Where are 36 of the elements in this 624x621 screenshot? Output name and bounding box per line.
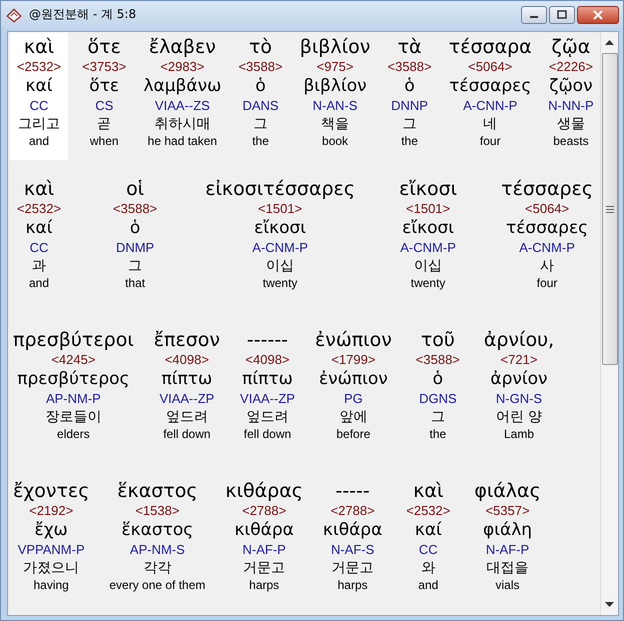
maximize-icon: [556, 10, 568, 20]
word-column[interactable]: καὶ <2532> καί CC 과 and: [10, 178, 68, 290]
word-column[interactable]: ἐνώπιον <1799> ἐνώπιον PG 앞에 before: [312, 329, 395, 441]
word-column[interactable]: εἰκοσιτέσσαρες <1501> εἴκοσι A-CNM-P 이십 twenty: [202, 178, 358, 290]
word-column[interactable]: ἕκαστος <1538> ἕκαστος AP-NM-S 각각 every one of them: [106, 480, 208, 592]
word-column[interactable]: τοῦ <3588> ὁ DGNS 그 the: [408, 329, 467, 441]
scrollbar-thumb[interactable]: [602, 53, 618, 365]
close-button[interactable]: [577, 6, 619, 24]
word-column[interactable]: ἔλαβεν <2983> λαμβάνω VIAA--ZS 취하시매 he had taken: [140, 32, 224, 148]
grip-icon: [606, 206, 614, 212]
word-column[interactable]: τὰ <3588> ὁ DNNP 그 the: [380, 32, 439, 148]
word-column[interactable]: ------ <4098> πίπτω VIAA--ZP 엎드려 fell down: [237, 329, 298, 441]
up-arrow-icon[interactable]: [605, 40, 614, 45]
word-column[interactable]: οἱ <3588> ὁ DNMP 그 that: [106, 178, 164, 290]
word-column[interactable]: φιάλας <5357> φιάλη N-AF-P 대접을 vials: [471, 480, 544, 592]
word-column[interactable]: βιβλίον <975> βιβλίον N-AN-S 책을 book: [296, 32, 374, 148]
close-icon: [592, 10, 604, 20]
window-title: @원전분해 - 계 5:8: [29, 6, 138, 23]
word-column[interactable]: ὅτε <3753> ὅτε CS 곧 when: [75, 32, 134, 148]
word-column[interactable]: εἴκοσι <1501> εἴκοσι A-CNM-P 이십 twenty: [396, 178, 460, 290]
word-column[interactable]: καὶ <2532> καί CC 그리고 and: [10, 32, 68, 160]
word-column[interactable]: καὶ <2532> καί CC 와 and: [399, 480, 458, 592]
maximize-button[interactable]: [549, 6, 575, 24]
word-column[interactable]: ἀρνίου, <721> ἀρνίον N-GN-S 어린 양 Lamb: [480, 329, 558, 441]
word-column[interactable]: τέσσαρες <5064> τέσσαρες A-CNM-P 사 four: [498, 178, 596, 290]
word-column[interactable]: κιθάρας <2788> κιθάρα N-AF-P 거문고 harps: [222, 480, 306, 592]
minimize-button[interactable]: [521, 6, 547, 24]
word-column[interactable]: ----- <2788> κιθάρα N-AF-S 거문고 harps: [320, 480, 386, 592]
scrollbar[interactable]: [600, 32, 618, 615]
down-arrow-icon[interactable]: [605, 602, 614, 607]
word-column[interactable]: πρεσβύτεροι <4245> πρεσβύτερος AP-NM-P 장로들이 elders: [10, 329, 137, 441]
word-column[interactable]: ἔπεσον <4098> πίπτω VIAA--ZP 엎드려 fell down: [150, 329, 224, 441]
word-column[interactable]: τὸ <3588> ὁ DANS 그 the: [232, 32, 290, 148]
word-column[interactable]: ζῷα <2226> ζῷον N-NN-P 생물 beasts: [542, 32, 600, 148]
word-column[interactable]: τέσσαρα <5064> τέσσαρες A-CNN-P 네 four: [446, 32, 535, 148]
word-column[interactable]: ἔχοντες <2192> ἔχω VPPANM-P 가졌으니 having: [10, 480, 92, 592]
